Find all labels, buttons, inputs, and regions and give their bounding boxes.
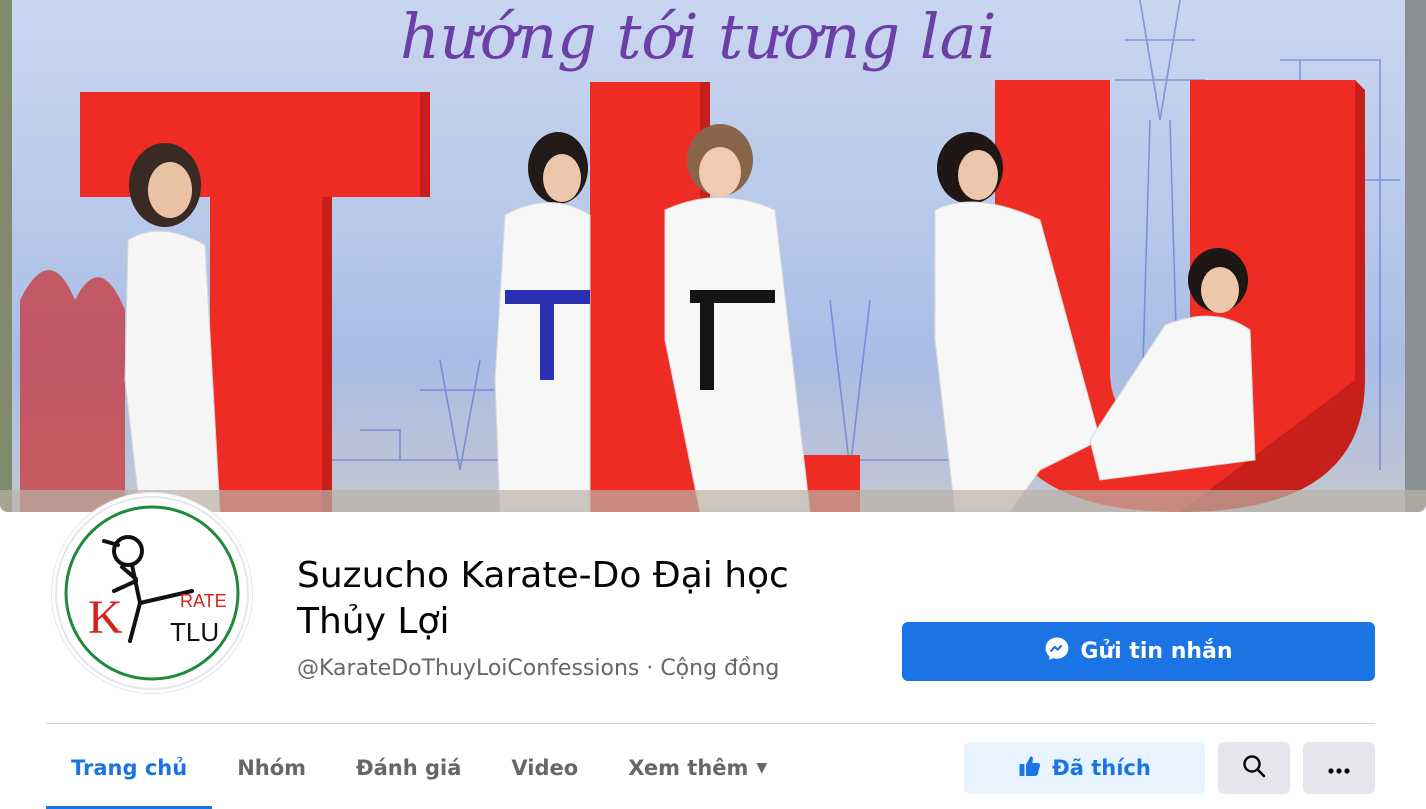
liked-label: Đã thích — [1052, 756, 1151, 780]
karate-tlu-logo: K RATE TLU — [55, 496, 249, 690]
tab-home-label: Trang chủ — [71, 756, 188, 780]
tab-home[interactable]: Trang chủ — [46, 742, 213, 809]
send-message-label: Gửi tin nhắn — [1080, 639, 1233, 664]
avatar-word-rate: RATE — [180, 591, 227, 611]
tab-see-more-label: Xem thêm — [628, 756, 749, 780]
tab-reviews-label: Đánh giá — [356, 756, 462, 780]
thumbs-up-icon — [1018, 754, 1042, 783]
cover-banner-text: hướng tới tương lai — [400, 0, 996, 73]
liked-button[interactable]: Đã thích — [964, 742, 1205, 794]
tab-video-label: Video — [511, 756, 579, 780]
messenger-icon — [1044, 636, 1070, 668]
tab-groups[interactable]: Nhóm — [212, 742, 331, 794]
more-options-button[interactable] — [1303, 742, 1375, 794]
tab-video[interactable]: Video — [486, 742, 603, 794]
caret-down-icon: ▼ — [756, 760, 768, 776]
cover-illustration: hướng tới tương lai — [0, 0, 1426, 512]
page-tabs: Trang chủ Nhóm Đánh giá Video Xem thêm ▼ — [46, 742, 792, 809]
page-title: Suzucho Karate-Do Đại học Thủy Lợi — [297, 555, 789, 642]
more-dots-icon — [1327, 755, 1351, 781]
tab-reviews[interactable]: Đánh giá — [331, 742, 486, 794]
tab-see-more[interactable]: Xem thêm ▼ — [603, 742, 792, 794]
cover-photo[interactable]: hướng tới tương lai — [0, 0, 1426, 512]
header-divider — [46, 723, 1375, 724]
send-message-button[interactable]: Gửi tin nhắn — [902, 622, 1375, 681]
page-avatar[interactable]: K RATE TLU — [52, 493, 252, 693]
avatar-letter-k: K — [88, 591, 123, 644]
search-icon — [1241, 753, 1267, 784]
avatar-word-tlu: TLU — [170, 617, 219, 647]
tab-groups-label: Nhóm — [237, 756, 307, 780]
page-username-category: @KarateDoThuyLoiConfessions · Cộng đồng — [297, 656, 780, 681]
search-button[interactable] — [1218, 742, 1290, 794]
